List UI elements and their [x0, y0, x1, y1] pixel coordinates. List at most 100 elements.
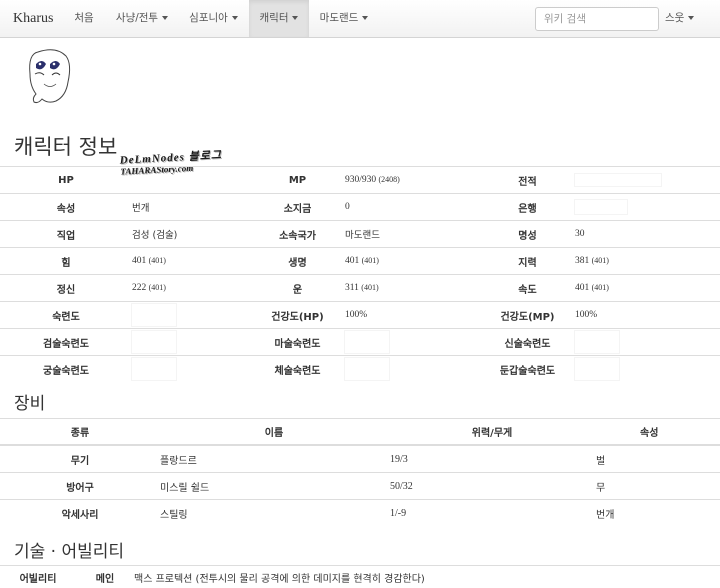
stat-value-masked [575, 167, 720, 194]
table-row: 검술숙련도 마술숙련도 신술숙련도 [0, 329, 720, 356]
equip-power: 50/32 [388, 473, 596, 500]
stat-label: 직업 [0, 221, 132, 248]
stat-value [132, 167, 250, 194]
table-row: 무기 플랑드르 19/3 벌 [0, 445, 720, 473]
caret-down-icon [362, 16, 368, 20]
caret-down-icon [162, 16, 168, 20]
nav-item-symphonia[interactable]: 심포니아 [178, 0, 249, 37]
user-name: 스웃 [665, 12, 684, 24]
character-info-title: 캐릭터 정보 [14, 131, 117, 161]
table-row: HP MP 930/930 (2408) 전적 [0, 167, 720, 194]
stat-value: 930/930 (2408) [345, 167, 480, 194]
equip-type: 악세사리 [0, 500, 160, 527]
equip-attr: 번개 [596, 500, 720, 527]
stat-label: 소지금 [250, 194, 345, 221]
stat-label: 힘 [0, 248, 132, 275]
table-row: 궁술숙련도 체술숙련도 둔갑술숙련도 [0, 356, 720, 383]
stat-value-masked [575, 356, 720, 383]
stat-label: 검술숙련도 [0, 329, 132, 356]
caret-down-icon [688, 16, 694, 20]
table-header-row: 종류 이름 위력/무게 속성 [0, 419, 720, 446]
top-navbar: Kharus 처음 사냥/전투 심포니아 캐릭터 마도랜드 스웃 [0, 0, 720, 38]
table-row: 정신 222 (401) 운 311 (401) 속도 401 (401) [0, 275, 720, 302]
stat-label: 지력 [480, 248, 575, 275]
caret-down-icon [232, 16, 238, 20]
stat-value-masked [575, 329, 720, 356]
stat-value: 401 (401) [345, 248, 480, 275]
stat-label: 건강도(MP) [480, 302, 575, 329]
equipment-table: 종류 이름 위력/무게 속성 무기 플랑드르 19/3 벌 방어구 미스릴 쉴드… [0, 418, 720, 526]
equip-power: 1/-9 [388, 500, 596, 527]
stat-value: 번개 [132, 194, 250, 221]
stat-value: 311 (401) [345, 275, 480, 302]
nav-item-madoland[interactable]: 마도랜드 [310, 0, 378, 37]
equip-name: 플랑드르 [160, 445, 388, 473]
stat-value: 30 [575, 221, 720, 248]
equip-name: 미스릴 쉴드 [160, 473, 388, 500]
stat-value: 100% [575, 302, 720, 329]
equip-type: 무기 [0, 445, 160, 473]
equip-attr: 벌 [596, 445, 720, 473]
table-row: 방어구 미스릴 쉴드 50/32 무 [0, 473, 720, 500]
column-header: 속성 [596, 419, 720, 446]
stat-value-masked [132, 329, 250, 356]
table-row: 속성 번개 소지금 0 은행 [0, 194, 720, 221]
stat-label: 정신 [0, 275, 132, 302]
character-info-table: HP MP 930/930 (2408) 전적 속성 번개 소지금 0 은행 직… [0, 166, 720, 382]
stat-label: 마술숙련도 [250, 329, 345, 356]
stat-label: 운 [250, 275, 345, 302]
stat-label: 둔갑술숙련도 [480, 356, 575, 383]
stat-label: MP [250, 167, 345, 194]
stat-value: 222 (401) [132, 275, 250, 302]
stat-value: 0 [345, 194, 480, 221]
stat-value-masked [575, 194, 720, 221]
table-row: 악세사리 스틸링 1/-9 번개 [0, 500, 720, 527]
nav-item-label: 사냥/전투 [116, 12, 158, 24]
stat-label: 소속국가 [250, 221, 345, 248]
wiki-search-input[interactable] [535, 7, 659, 31]
skills-title: 기술 · 어빌리티 [14, 537, 124, 562]
stat-label: 속성 [0, 194, 132, 221]
equip-power: 19/3 [388, 445, 596, 473]
stat-value: 100% [345, 302, 480, 329]
stat-label: 건강도(HP) [250, 302, 345, 329]
stat-value: 401 (401) [132, 248, 250, 275]
stat-label: 은행 [480, 194, 575, 221]
stat-label: 체술숙련도 [250, 356, 345, 383]
stat-value: 검성 (검술) [132, 221, 250, 248]
column-header: 종류 [0, 419, 160, 446]
stat-value: 401 (401) [575, 275, 720, 302]
stat-label: 명성 [480, 221, 575, 248]
stat-value-masked [132, 302, 250, 329]
user-menu[interactable]: 스웃 [665, 0, 694, 37]
stat-value-masked [132, 356, 250, 383]
equipment-title: 장비 [14, 389, 45, 414]
stat-label: 궁술숙련도 [0, 356, 132, 383]
character-avatar [22, 44, 78, 114]
stat-label: HP [0, 167, 132, 194]
stat-value: 마도랜드 [345, 221, 480, 248]
nav-item-label: 처음 [74, 12, 93, 24]
stat-label: 생명 [250, 248, 345, 275]
nav-item-label: 마도랜드 [320, 12, 359, 24]
nav-item-character[interactable]: 캐릭터 [249, 0, 309, 37]
nav-item-home[interactable]: 처음 [63, 0, 105, 37]
column-header: 이름 [160, 419, 388, 446]
table-row: 힘 401 (401) 생명 401 (401) 지력 381 (401) [0, 248, 720, 275]
stat-label: 신술숙련도 [480, 329, 575, 356]
table-row: 직업 검성 (검술) 소속국가 마도랜드 명성 30 [0, 221, 720, 248]
stat-label: 숙련도 [0, 302, 132, 329]
nav-item-hunting[interactable]: 사냥/전투 [106, 0, 178, 37]
table-row: 숙련도 건강도(HP) 100% 건강도(MP) 100% [0, 302, 720, 329]
brand-logo[interactable]: Kharus [13, 11, 53, 27]
equip-type: 방어구 [0, 473, 160, 500]
stat-label: 속도 [480, 275, 575, 302]
equip-name: 스틸링 [160, 500, 388, 527]
stat-value-masked [345, 329, 480, 356]
stat-value-masked [345, 356, 480, 383]
stat-value: 381 (401) [575, 248, 720, 275]
caret-down-icon [292, 16, 298, 20]
column-header: 위력/무게 [388, 419, 596, 446]
nav-item-label: 심포니아 [189, 12, 228, 24]
nav-item-label: 캐릭터 [260, 12, 289, 24]
